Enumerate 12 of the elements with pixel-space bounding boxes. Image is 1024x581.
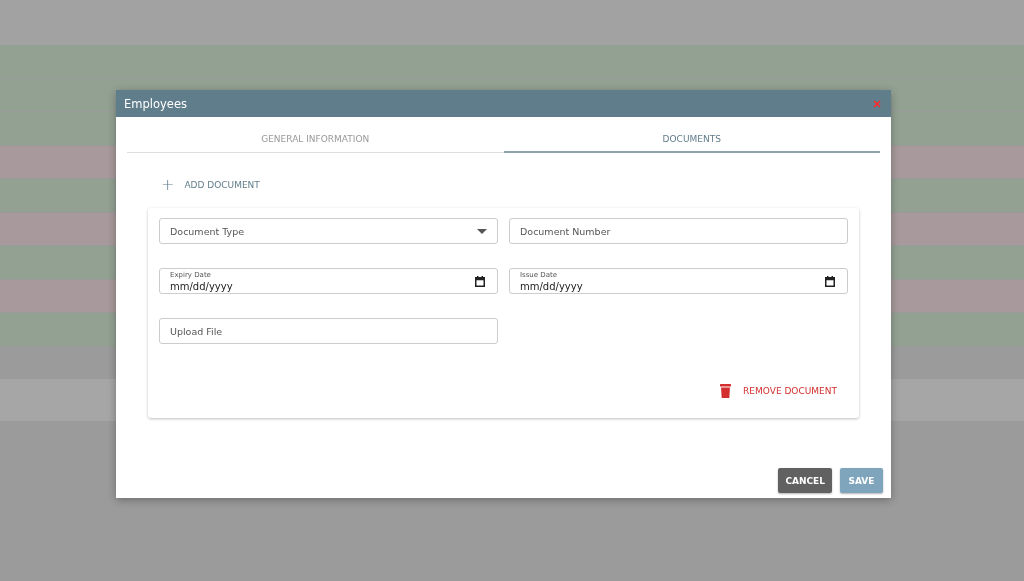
caret-icon (477, 228, 487, 234)
remove-document-button[interactable]: REMOVE DOCUMENT (720, 384, 837, 398)
calendar-icon[interactable] (825, 275, 835, 287)
input-field[interactable]: Upload File (159, 318, 498, 344)
dialog-title: Employees (124, 96, 187, 111)
tab[interactable]: DOCUMENTS (503, 127, 880, 153)
trash-icon (720, 384, 732, 398)
cancel-button[interactable]: CANCEL (778, 468, 832, 493)
add-document-button[interactable]: + ADD DOCUMENT (161, 177, 260, 193)
input-field[interactable]: Document Number (509, 218, 848, 244)
document-type-select[interactable]: Document Type (159, 218, 498, 244)
calendar-icon[interactable] (475, 275, 485, 287)
